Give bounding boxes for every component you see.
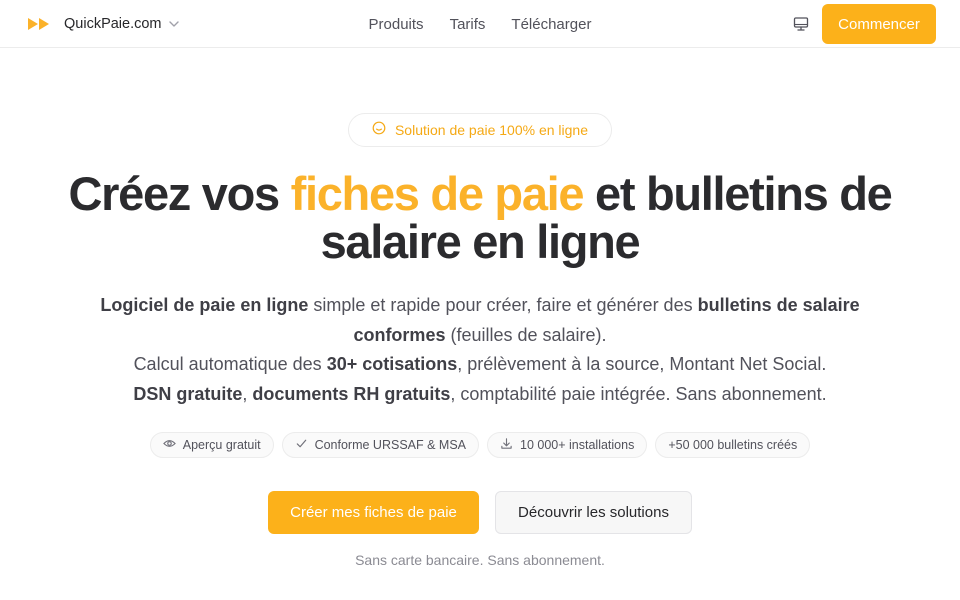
chip-compliance: Conforme URSSAF & MSA [281,432,480,458]
smile-icon [372,121,386,140]
chevron-down-icon[interactable] [168,18,180,30]
subtitle-text-5: , [242,383,253,404]
hero-badge-label: Solution de paie 100% en ligne [394,122,589,138]
create-payslips-button[interactable]: Créer mes fiches de paie [268,491,479,534]
chip-label: +50 000 bulletins créés [668,438,798,452]
subtitle-text-3: Calcul automatique des [133,354,327,374]
chip-installations: 10 000+ installations [487,432,648,458]
subtitle-strong-1: Logiciel de paie en ligne [100,295,309,315]
hero-subtitle: Logiciel de paie en ligne simple et rapi… [90,291,870,409]
brand-name: QuickPaie.com [64,16,162,32]
hero-title-start: Créez vos [68,167,291,220]
chip-label: Aperçu gratuit [182,438,261,452]
site-header: QuickPaie.com Produits Tarifs Télécharge… [0,0,960,48]
brand-menu[interactable]: QuickPaie.com [28,0,180,48]
hero-title: Créez vos fiches de paie et bulletins de… [40,170,920,266]
start-button[interactable]: Commencer [822,4,936,44]
subtitle-text-6: , comptabilité paie intégrée. Sans abonn… [450,383,827,404]
hero-title-accent: fiches de paie [290,167,585,220]
nav-link-produits[interactable]: Produits [369,16,424,33]
subtitle-text-1: simple et rapide pour créer, faire et gé… [308,295,698,315]
chip-free-preview: Aperçu gratuit [149,432,274,458]
subtitle-strong-4: DSN gratuite [133,383,243,404]
eye-icon [162,437,176,453]
hero-footnote: Sans carte bancaire. Sans abonnement. [355,552,605,568]
chip-label: 10 000+ installations [520,438,635,452]
download-icon [500,437,513,453]
discover-solutions-button[interactable]: Découvrir les solutions [495,491,692,534]
subtitle-text-2: (feuilles de salaire). [445,324,607,345]
monitor-icon[interactable] [789,12,813,36]
nav-link-tarifs[interactable]: Tarifs [450,16,486,33]
feature-chips: Aperçu gratuit Conforme URSSAF & MSA 10 … [0,432,960,458]
chip-payslips-created: +50 000 bulletins créés [655,432,811,458]
check-icon [295,437,308,453]
subtitle-strong-3: 30+ cotisations [326,354,458,374]
hero-badge: Solution de paie 100% en ligne [348,113,612,147]
subtitle-text-4: , prélèvement à la source, Montant Net S… [457,354,827,374]
chip-label: Conforme URSSAF & MSA [314,438,467,452]
fast-forward-logo-icon [28,17,50,31]
nav-link-telecharger[interactable]: Télécharger [511,16,591,33]
subtitle-strong-5: documents RH gratuits [252,383,451,404]
